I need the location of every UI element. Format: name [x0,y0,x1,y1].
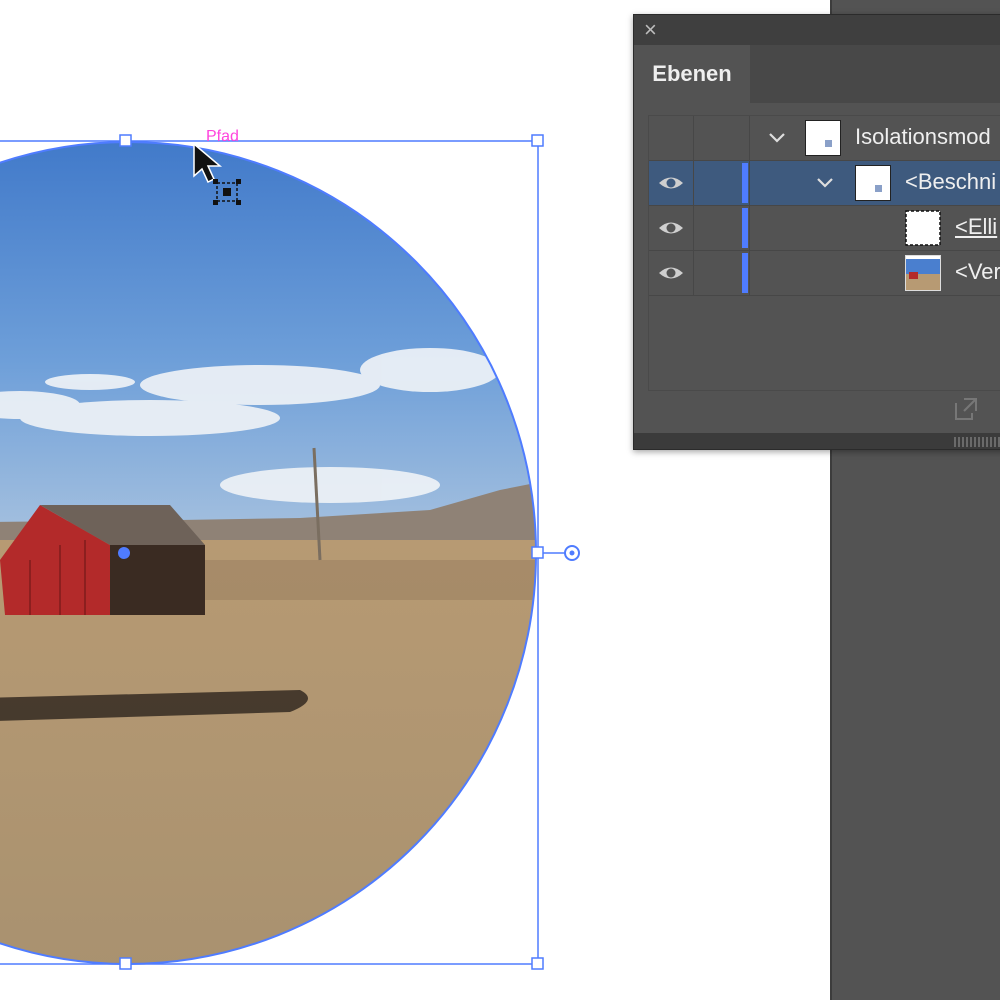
layer-thumbnail [905,255,941,291]
export-icon[interactable] [952,395,980,423]
chevron-down-icon[interactable] [815,173,835,193]
visibility-cell[interactable] [649,206,694,250]
layer-color-bar [742,253,748,293]
layer-thumbnail [855,165,891,201]
layer-name[interactable]: <Beschni [905,169,996,195]
red-barn [0,505,205,615]
ellipse-thumbnail-icon [905,210,941,246]
layer-row-isolation[interactable]: Isolationsmod [649,116,1000,161]
eye-icon[interactable] [657,173,685,193]
layer-name[interactable]: <Elli [955,214,997,240]
panel-titlebar[interactable]: × [634,15,1000,45]
layer-list: Isolationsmod <Beschni <Elli <Ver [648,115,1000,391]
visibility-cell[interactable] [649,116,694,160]
lock-cell[interactable] [693,116,750,160]
clip-target-icon [213,179,241,205]
layer-thumbnail [905,210,941,246]
resize-grip[interactable] [954,437,1000,447]
visibility-cell[interactable] [649,161,694,205]
layer-row-image[interactable]: <Ver [649,251,1000,296]
layer-name[interactable]: <Ver [955,259,1000,285]
eye-icon[interactable] [657,218,685,238]
layer-color-bar [742,163,748,203]
tab-layers[interactable]: Ebenen [634,45,750,103]
clipped-photo[interactable] [0,130,600,1000]
panel-bottom-bar [634,433,1000,449]
close-icon[interactable]: × [644,19,664,41]
layer-name[interactable]: Isolationsmod [855,124,991,150]
layer-row-clip-group[interactable]: <Beschni [649,161,1000,206]
layer-color-bar [742,208,748,248]
layer-thumbnail [805,120,841,156]
photo-thumbnail-icon [906,256,940,290]
chevron-down-icon[interactable] [767,128,787,148]
visibility-cell[interactable] [649,251,694,295]
tab-strip: Ebenen [634,45,1000,103]
layers-panel[interactable]: × Ebenen Isolationsmod <Beschni <Elli <V… [633,14,1000,450]
layer-row-ellipse[interactable]: <Elli [649,206,1000,251]
center-point[interactable] [118,547,130,559]
eye-icon[interactable] [657,263,685,283]
